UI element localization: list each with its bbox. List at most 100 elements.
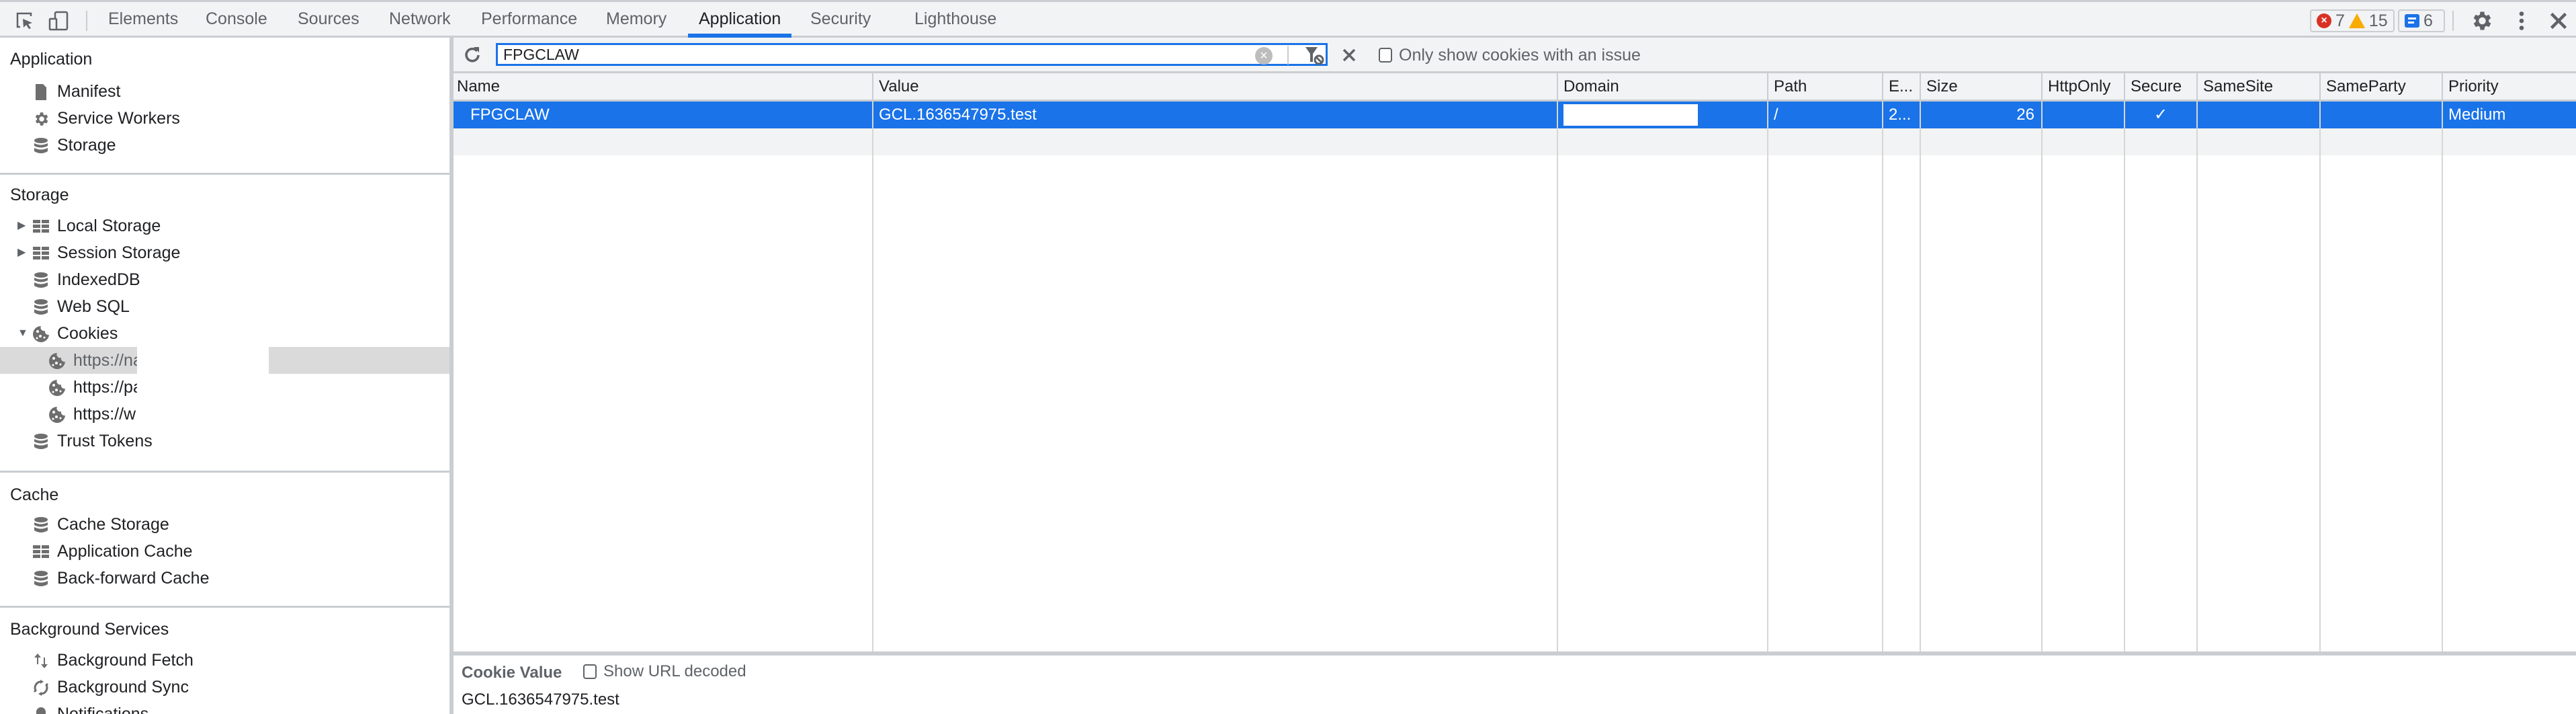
clear-filter-icon[interactable]: × [1255, 47, 1273, 65]
cell-path[interactable]: / [1767, 102, 1882, 128]
sidebar-item-back-forward-cache[interactable]: Back-forward Cache [0, 565, 449, 592]
more-options-icon[interactable] [2509, 9, 2534, 33]
column-header-value[interactable]: Value [872, 73, 1557, 100]
sidebar-item-cookie-origin[interactable]: https://w [0, 401, 449, 428]
cell-secure[interactable]: ✓ [2124, 102, 2196, 128]
sidebar-item-label: Session Storage [57, 243, 181, 262]
tab-sources[interactable]: Sources [287, 2, 370, 36]
sidebar-item-label: Trust Tokens [57, 432, 153, 450]
table-row[interactable]: FPGCLAW GCL.1636547975.test / 2... 26 ✓ … [452, 102, 2576, 128]
table-row-empty [452, 128, 2576, 155]
application-sidebar: Application Manifest Service Workers Sto… [0, 38, 452, 714]
section-divider [0, 606, 449, 608]
sidebar-item-label: Background Sync [57, 678, 189, 697]
sidebar-item-cookie-origin[interactable]: https://pa [0, 374, 449, 401]
database-icon [34, 299, 48, 315]
column-header-name[interactable]: Name [452, 73, 872, 100]
cell-samesite[interactable] [2196, 102, 2319, 128]
cookies-panel: × Only show cookies with an issue Name V… [452, 38, 2576, 714]
tab-application[interactable]: Application [688, 2, 792, 38]
clear-all-cookies-icon[interactable] [1338, 44, 1360, 66]
cell-expires[interactable]: 2... [1882, 102, 1920, 128]
cell-size[interactable]: 26 [1920, 102, 2041, 128]
section-divider [0, 471, 449, 473]
sidebar-item-background-sync[interactable]: Background Sync [0, 674, 449, 701]
column-header-expires[interactable]: E... [1882, 73, 1920, 100]
column-header-priority[interactable]: Priority [2442, 73, 2576, 100]
column-header-sameparty[interactable]: SameParty [2319, 73, 2442, 100]
inspect-element-icon[interactable] [13, 9, 36, 32]
filter-input[interactable] [496, 43, 1328, 66]
cell-domain[interactable] [1557, 102, 1767, 128]
cell-httponly[interactable] [2041, 102, 2124, 128]
error-count: 7 [2335, 11, 2345, 30]
device-toolbar-icon[interactable] [47, 9, 70, 32]
url-decoded-toggle[interactable]: Show URL decoded [583, 662, 746, 681]
redaction-block [137, 347, 269, 374]
expand-arrow-icon[interactable]: ▶ [17, 239, 26, 266]
sidebar-item-service-workers[interactable]: Service Workers [0, 105, 449, 132]
issues-counter-button[interactable]: × 7 15 [2310, 9, 2395, 32]
cookie-icon [33, 326, 49, 342]
sidebar-item-web-sql[interactable]: Web SQL [0, 293, 449, 320]
clear-filtered-cookies-icon[interactable] [1303, 44, 1325, 66]
refresh-icon[interactable] [464, 46, 481, 63]
tab-network[interactable]: Network [378, 2, 462, 36]
column-header-size[interactable]: Size [1920, 73, 2041, 100]
sidebar-item-cookie-origin[interactable]: https://na [0, 347, 449, 374]
tab-performance[interactable]: Performance [470, 2, 588, 36]
cookie-value-title: Cookie Value [462, 664, 562, 682]
cookie-value-text: GCL.1636547975.test [462, 690, 619, 709]
column-divider [2196, 128, 2198, 651]
tab-elements[interactable]: Elements [97, 2, 189, 36]
tab-console[interactable]: Console [195, 2, 278, 36]
column-header-secure[interactable]: Secure [2124, 73, 2196, 100]
column-header-httponly[interactable]: HttpOnly [2041, 73, 2124, 100]
panel-border [452, 38, 454, 714]
sidebar-item-label: Background Fetch [57, 651, 194, 670]
grid-icon [33, 545, 49, 558]
cell-value[interactable]: GCL.1636547975.test [872, 102, 1557, 128]
sidebar-item-storage[interactable]: Storage [0, 132, 449, 159]
sidebar-item-trust-tokens[interactable]: Trust Tokens [0, 428, 449, 454]
sidebar-item-session-storage[interactable]: ▶ Session Storage [0, 239, 449, 266]
collapse-arrow-icon[interactable]: ▼ [17, 320, 28, 347]
column-header-samesite[interactable]: SameSite [2196, 73, 2319, 100]
column-divider [1767, 128, 1768, 651]
sidebar-item-application-cache[interactable]: Application Cache [0, 538, 449, 565]
only-issues-checkbox[interactable] [1379, 48, 1392, 63]
sidebar-item-manifest[interactable]: Manifest [0, 78, 449, 105]
sidebar-item-label: https://na [73, 351, 137, 370]
column-header-path[interactable]: Path [1767, 73, 1882, 100]
sidebar-item-notifications[interactable]: Notifications [0, 701, 449, 714]
tab-lighthouse[interactable]: Lighthouse [904, 2, 1007, 36]
sidebar-item-label: Service Workers [57, 109, 180, 128]
tab-security[interactable]: Security [800, 2, 882, 36]
only-issues-toggle[interactable]: Only show cookies with an issue [1379, 44, 1641, 66]
sidebar-item-cookies[interactable]: ▼ Cookies [0, 320, 449, 347]
messages-counter-button[interactable]: 6 [2398, 9, 2445, 32]
tab-memory[interactable]: Memory [595, 2, 677, 36]
divider [86, 11, 87, 31]
sidebar-item-label: Notifications [57, 705, 149, 714]
arrows-updown-icon [34, 653, 48, 668]
sidebar-item-indexeddb[interactable]: IndexedDB [0, 266, 449, 293]
cell-priority[interactable]: Medium [2442, 102, 2576, 128]
settings-gear-icon[interactable] [2469, 9, 2493, 33]
database-icon [34, 272, 48, 288]
sidebar-item-background-fetch[interactable]: Background Fetch [0, 647, 449, 674]
warning-icon [2348, 13, 2365, 28]
sidebar-item-local-storage[interactable]: ▶ Local Storage [0, 212, 449, 239]
url-decoded-checkbox[interactable] [583, 664, 597, 679]
cell-sameparty[interactable] [2319, 102, 2442, 128]
column-header-domain[interactable]: Domain [1557, 73, 1767, 100]
sidebar-item-cache-storage[interactable]: Cache Storage [0, 511, 449, 538]
section-title-background-services: Background Services [10, 620, 169, 639]
cookies-table: Name Value Domain Path E... Size HttpOnl… [452, 73, 2576, 651]
close-icon[interactable] [2546, 9, 2571, 33]
grid-icon [33, 247, 49, 260]
sidebar-item-label: https://pa [73, 378, 137, 397]
cell-name[interactable]: FPGCLAW [452, 102, 872, 128]
divider [1287, 46, 1289, 65]
expand-arrow-icon[interactable]: ▶ [17, 212, 26, 239]
